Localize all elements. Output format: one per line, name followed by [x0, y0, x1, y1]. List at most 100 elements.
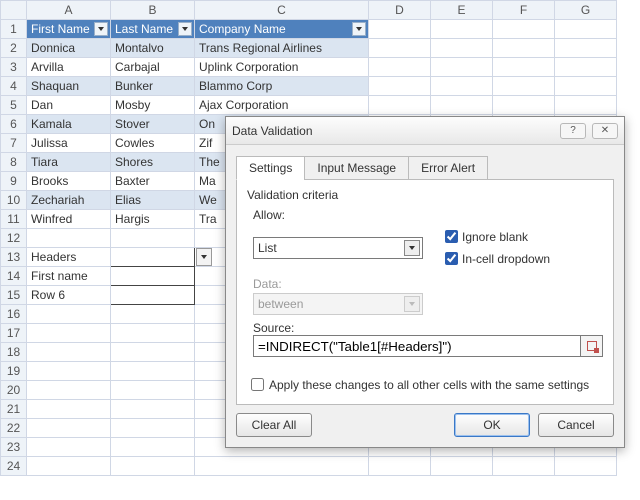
- cell[interactable]: Ajax Corporation: [195, 96, 369, 115]
- row-head-22[interactable]: 22: [1, 419, 27, 438]
- cell[interactable]: [111, 457, 195, 476]
- row-head-24[interactable]: 24: [1, 457, 27, 476]
- cell[interactable]: [431, 58, 493, 77]
- cell[interactable]: [555, 20, 617, 39]
- row-head-17[interactable]: 17: [1, 324, 27, 343]
- row-head-11[interactable]: 11: [1, 210, 27, 229]
- cell[interactable]: Shaquan: [27, 77, 111, 96]
- row-head-13[interactable]: 13: [1, 248, 27, 267]
- cell[interactable]: Montalvo: [111, 39, 195, 58]
- row-head-10[interactable]: 10: [1, 191, 27, 210]
- cell[interactable]: Mosby: [111, 96, 195, 115]
- row-head-21[interactable]: 21: [1, 400, 27, 419]
- cell[interactable]: [431, 96, 493, 115]
- cell[interactable]: [431, 39, 493, 58]
- row-head-16[interactable]: 16: [1, 305, 27, 324]
- cell[interactable]: [431, 77, 493, 96]
- cell[interactable]: [555, 457, 617, 476]
- cell[interactable]: [111, 343, 195, 362]
- incell-dropdown-checkbox[interactable]: In-cell dropdown: [441, 249, 550, 268]
- ignore-blank-checkbox[interactable]: Ignore blank: [441, 227, 550, 246]
- cell[interactable]: [111, 324, 195, 343]
- tab-error-alert[interactable]: Error Alert: [408, 156, 488, 180]
- cell[interactable]: Hargis: [111, 210, 195, 229]
- cell[interactable]: [111, 286, 195, 305]
- cell[interactable]: [493, 457, 555, 476]
- cell[interactable]: [369, 457, 431, 476]
- cell[interactable]: Shores: [111, 153, 195, 172]
- cell[interactable]: [493, 20, 555, 39]
- row-head-6[interactable]: 6: [1, 115, 27, 134]
- cell[interactable]: Row 6: [27, 286, 111, 305]
- cell[interactable]: Blammo Corp: [195, 77, 369, 96]
- cell[interactable]: [555, 58, 617, 77]
- cell[interactable]: Elias: [111, 191, 195, 210]
- cell[interactable]: [111, 305, 195, 324]
- col-head-B[interactable]: B: [111, 1, 195, 20]
- validation-cell-b13[interactable]: [111, 248, 195, 267]
- row-head-1[interactable]: 1: [1, 20, 27, 39]
- cell[interactable]: [369, 58, 431, 77]
- cell[interactable]: [555, 39, 617, 58]
- row-head-9[interactable]: 9: [1, 172, 27, 191]
- dropdown-button[interactable]: [196, 248, 212, 266]
- cell[interactable]: Dan: [27, 96, 111, 115]
- cell[interactable]: [431, 20, 493, 39]
- dialog-titlebar[interactable]: Data Validation ? ✕: [226, 117, 624, 145]
- cell[interactable]: [27, 438, 111, 457]
- corner-cell[interactable]: [1, 1, 27, 20]
- cell[interactable]: [111, 362, 195, 381]
- cell[interactable]: [111, 419, 195, 438]
- tab-input-message[interactable]: Input Message: [304, 156, 409, 180]
- cell[interactable]: [27, 381, 111, 400]
- apply-changes-checkbox[interactable]: Apply these changes to all other cells w…: [247, 375, 603, 394]
- cell[interactable]: [431, 457, 493, 476]
- cell[interactable]: Winfred: [27, 210, 111, 229]
- cell[interactable]: [111, 438, 195, 457]
- row-head-15[interactable]: 15: [1, 286, 27, 305]
- filter-button[interactable]: [352, 22, 366, 36]
- range-picker-button[interactable]: [581, 335, 603, 357]
- cell[interactable]: [195, 457, 369, 476]
- cell[interactable]: [493, 77, 555, 96]
- cell[interactable]: Donnica: [27, 39, 111, 58]
- col-head-A[interactable]: A: [27, 1, 111, 20]
- cell[interactable]: Headers: [27, 248, 111, 267]
- filter-button[interactable]: [178, 22, 192, 36]
- cell[interactable]: [555, 77, 617, 96]
- tab-settings[interactable]: Settings: [236, 156, 305, 180]
- cell[interactable]: [493, 39, 555, 58]
- cell[interactable]: [369, 20, 431, 39]
- source-input[interactable]: [253, 335, 581, 357]
- cell[interactable]: [111, 400, 195, 419]
- row-head-18[interactable]: 18: [1, 343, 27, 362]
- row-head-5[interactable]: 5: [1, 96, 27, 115]
- table-header-lastname[interactable]: Last Name: [111, 20, 195, 39]
- filter-button[interactable]: [94, 22, 108, 36]
- cell[interactable]: [555, 96, 617, 115]
- cell[interactable]: Bunker: [111, 77, 195, 96]
- col-head-G[interactable]: G: [555, 1, 617, 20]
- cell[interactable]: [27, 324, 111, 343]
- cell[interactable]: Tiara: [27, 153, 111, 172]
- cell[interactable]: Carbajal: [111, 58, 195, 77]
- cell[interactable]: Baxter: [111, 172, 195, 191]
- col-head-E[interactable]: E: [431, 1, 493, 20]
- cell[interactable]: [27, 343, 111, 362]
- cell[interactable]: Trans Regional Airlines: [195, 39, 369, 58]
- cell[interactable]: [27, 305, 111, 324]
- table-header-firstname[interactable]: First Name: [27, 20, 111, 39]
- cell[interactable]: [27, 362, 111, 381]
- cell[interactable]: [111, 229, 195, 248]
- cell[interactable]: [27, 229, 111, 248]
- cell[interactable]: [111, 267, 195, 286]
- cell[interactable]: Zechariah: [27, 191, 111, 210]
- help-button[interactable]: ?: [560, 123, 586, 139]
- cell[interactable]: [369, 39, 431, 58]
- col-head-D[interactable]: D: [369, 1, 431, 20]
- row-head-20[interactable]: 20: [1, 381, 27, 400]
- row-head-3[interactable]: 3: [1, 58, 27, 77]
- row-head-23[interactable]: 23: [1, 438, 27, 457]
- row-head-14[interactable]: 14: [1, 267, 27, 286]
- row-head-12[interactable]: 12: [1, 229, 27, 248]
